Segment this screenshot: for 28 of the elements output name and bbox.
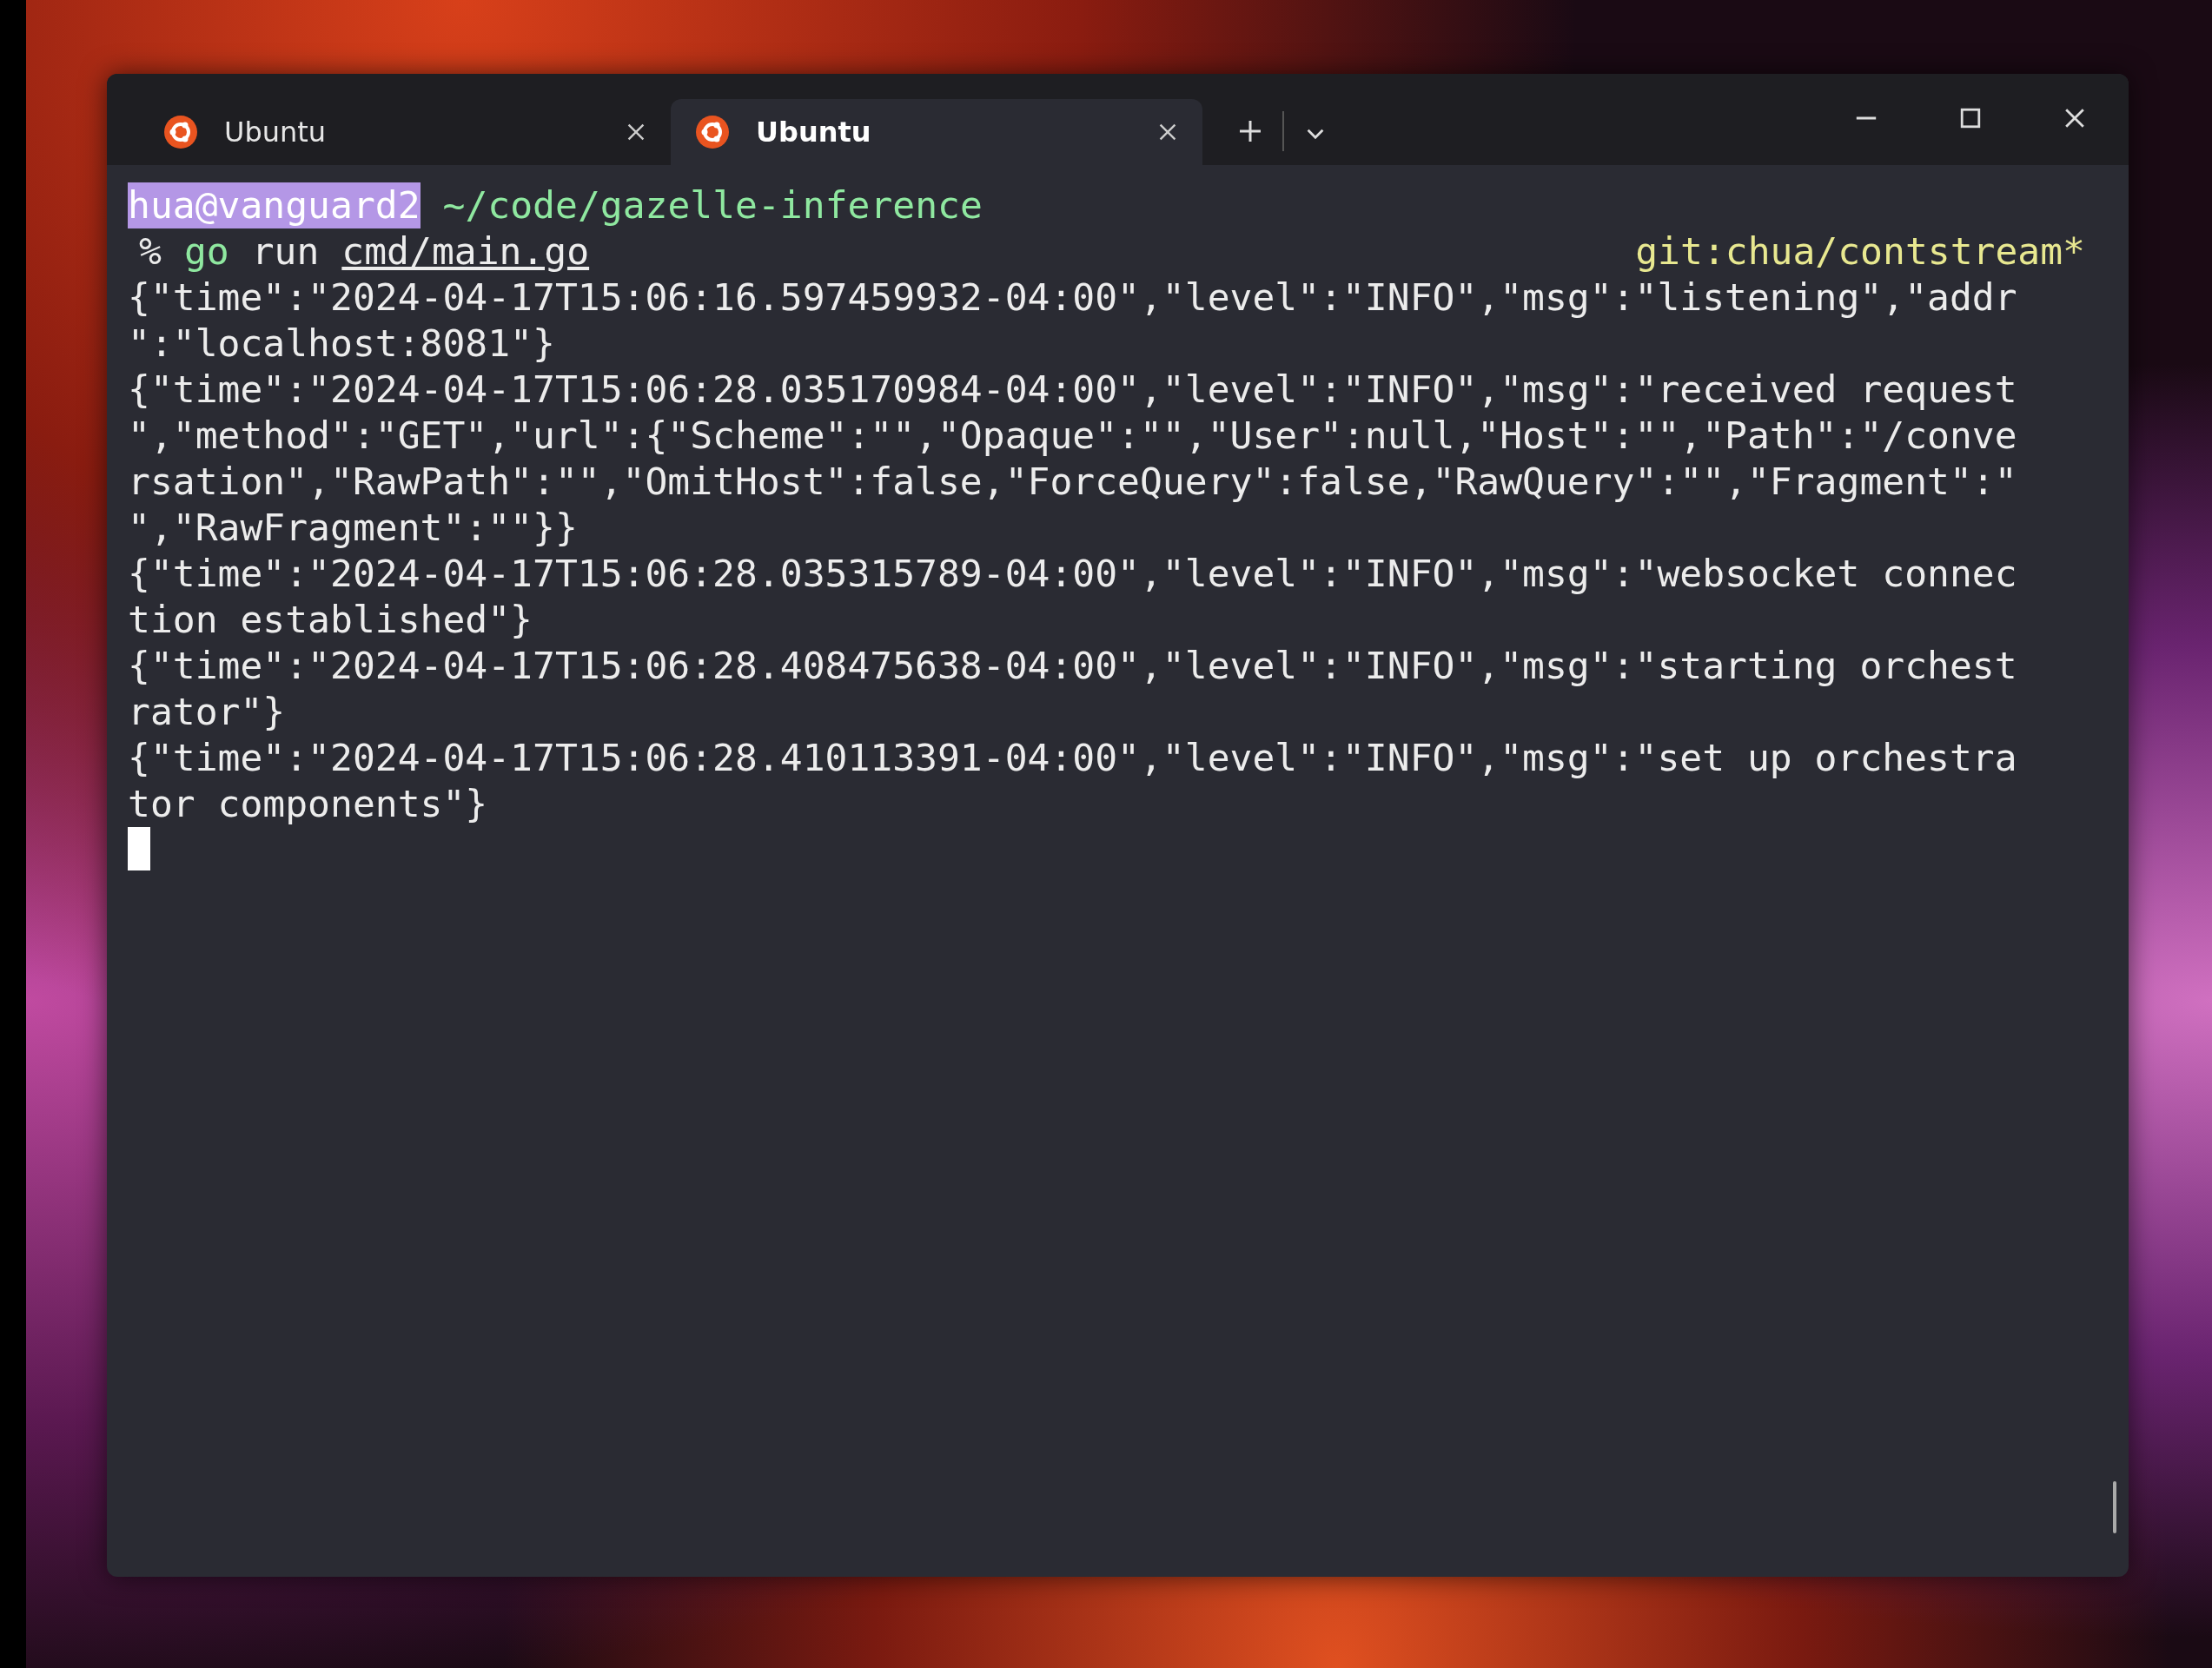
- log-line: ","method":"GET","url":{"Scheme":"","Opaque":"","User":null,"Host":"","Path":"/conve: [128, 413, 2018, 459]
- log-line: tor components"}: [128, 781, 489, 827]
- log-line: {"time":"2024-04-17T15:06:28.408475638-04:00","level":"INFO","msg":"starting orchest: [128, 643, 2018, 689]
- command-name: go: [183, 228, 229, 275]
- log-line: rsation","RawPath":"","OmitHost":false,"ForceQuery":false,"RawQuery":"","Fragment":": [128, 459, 2018, 505]
- tab[interactable]: Ubuntu: [139, 99, 671, 165]
- prompt-symbol: %: [139, 228, 162, 275]
- prompt-user: hua@vanguard2: [128, 182, 421, 228]
- git-branch: git:chua/contstream*: [1635, 228, 2085, 275]
- log-line: ":"localhost:8081"}: [128, 321, 556, 367]
- log-line: {"time":"2024-04-17T15:06:28.410113391-04:00","level":"INFO","msg":"set up orchestra: [128, 735, 2018, 781]
- maximize-icon[interactable]: [1958, 106, 1983, 130]
- log-line: ","RawFragment":""}}: [128, 505, 579, 551]
- tab[interactable]: Ubuntu: [671, 99, 1202, 165]
- ubuntu-logo-icon: [695, 115, 730, 149]
- scrollbar-thumb[interactable]: [2113, 1481, 2116, 1533]
- log-line: tion established"}: [128, 597, 533, 643]
- close-tab-icon[interactable]: [1157, 122, 1178, 142]
- log-line: {"time":"2024-04-17T15:06:28.035315789-04:00","level":"INFO","msg":"websocket connec: [128, 551, 2018, 597]
- new-tab-icon[interactable]: [1237, 118, 1263, 144]
- command-argument: run: [251, 228, 320, 275]
- log-line: {"time":"2024-04-17T15:06:28.035170984-04:00","level":"INFO","msg":"received request: [128, 367, 2018, 413]
- ubuntu-logo-icon: [163, 115, 198, 149]
- log-line: {"time":"2024-04-17T15:06:16.597459932-04:00","level":"INFO","msg":"listening","addr: [128, 275, 2018, 321]
- log-line: rator"}: [128, 689, 287, 735]
- prompt-path: ~/code/gazelle-inference: [442, 182, 983, 228]
- close-tab-icon[interactable]: [626, 122, 646, 142]
- command-file: cmd/main.go: [341, 228, 590, 275]
